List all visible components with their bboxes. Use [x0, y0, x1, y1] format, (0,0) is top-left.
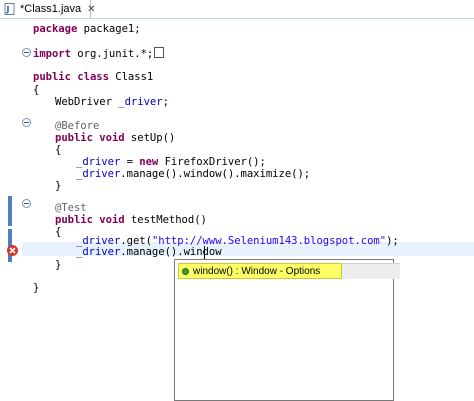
code-line[interactable]: public void setUp() [55, 132, 175, 145]
code-line[interactable]: { [55, 144, 61, 157]
keyword: import [33, 48, 71, 60]
code-text: .manage().window().maximize(); [120, 168, 311, 180]
editor-tab-label: *Class1.java [20, 3, 82, 15]
keyword: void [99, 214, 125, 226]
code-text: WebDriver [55, 96, 119, 108]
code-text: { [55, 226, 62, 238]
code-text: = [120, 156, 140, 168]
code-text: ; [162, 96, 169, 108]
error-icon[interactable] [7, 245, 18, 256]
assist-proposal-label: window() : Window - Options [193, 265, 321, 277]
code-text: { [55, 144, 62, 156]
close-icon[interactable]: ✕ [87, 4, 95, 15]
code-line[interactable]: WebDriver _driver; [55, 96, 169, 109]
code-line[interactable]: package package1; [33, 23, 141, 36]
change-marker [8, 196, 12, 226]
editor-tab-bar: J *Class1.java ✕ [0, 0, 474, 19]
svg-text:J: J [6, 5, 10, 14]
editor-tab-class1[interactable]: J *Class1.java ✕ [0, 0, 96, 18]
field-name: _driver [76, 246, 121, 258]
content-assist-popup[interactable]: window() : Window - Options [174, 259, 400, 401]
annotation: @Before [55, 120, 100, 132]
code-line[interactable]: } [55, 180, 61, 193]
java-file-icon: J [4, 3, 16, 15]
annotation: @Test [55, 202, 87, 214]
code-text: } [33, 282, 40, 294]
code-text: } [55, 180, 62, 192]
code-text: FirefoxDriver(); [158, 156, 266, 168]
code-line-current[interactable]: _driver.manage().window [76, 246, 222, 259]
fold-toggle-icon[interactable] [22, 118, 31, 127]
keyword: new [139, 156, 159, 168]
code-text: ); [386, 235, 399, 247]
code-text: package1; [77, 23, 141, 35]
keyword: class [77, 71, 109, 83]
code-text: { [33, 84, 40, 96]
code-line[interactable]: { [55, 226, 61, 239]
code-line[interactable]: public class Class1 [33, 71, 153, 84]
code-text: setUp() [124, 132, 176, 144]
code-text: testMethod() [124, 214, 207, 226]
assist-proposal-window[interactable]: window() : Window - Options [178, 263, 342, 279]
code-text: org.junit.*; [70, 48, 154, 60]
code-line[interactable]: } [33, 282, 39, 295]
code-line[interactable]: import org.junit.*; [33, 47, 165, 60]
text-caret [204, 246, 205, 259]
fold-toggle-icon[interactable] [22, 48, 31, 57]
keyword: public [55, 132, 93, 144]
assist-proposal-row-extension [342, 263, 400, 279]
keyword: public [55, 214, 93, 226]
code-line[interactable]: _driver.manage().window().maximize(); [76, 168, 310, 181]
collapsed-imports-icon[interactable] [154, 47, 165, 58]
keyword: void [99, 132, 125, 144]
public-method-icon [182, 267, 189, 275]
code-line[interactable]: } [55, 259, 61, 272]
keyword: package [33, 23, 78, 35]
field-name: _driver [76, 168, 121, 180]
keyword: public [33, 71, 71, 83]
code-text: Class1 [108, 71, 154, 83]
fold-toggle-icon[interactable] [22, 199, 31, 208]
field-name: _driver [118, 96, 163, 108]
code-line[interactable]: { [33, 84, 39, 97]
field-name: _driver [76, 156, 121, 168]
code-text: } [55, 259, 62, 271]
code-text: .manage().window [120, 246, 222, 258]
code-line[interactable]: public void testMethod() [55, 214, 207, 227]
